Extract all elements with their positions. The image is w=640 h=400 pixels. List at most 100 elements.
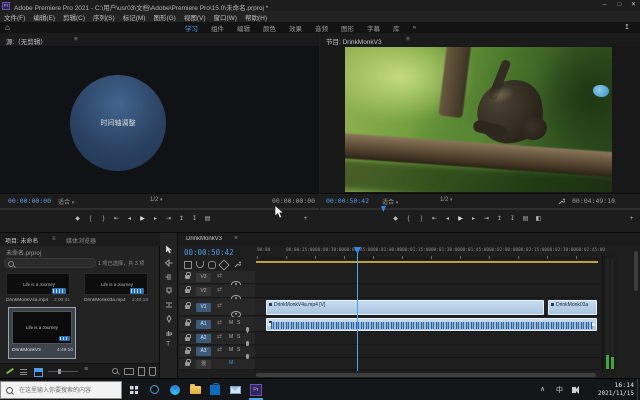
source-fit-dropdown[interactable]: 适合 ▾ <box>58 197 74 206</box>
insert-button[interactable]: ↥ <box>176 214 187 225</box>
mark-in-button[interactable]: { <box>85 214 96 225</box>
go-to-out-button[interactable]: ⇥ <box>163 214 174 225</box>
media-browser-tab[interactable]: 媒体浏览器 <box>66 236 96 245</box>
master-track-label[interactable]: 混 <box>196 360 211 369</box>
hand-tool[interactable] <box>165 329 173 337</box>
program-resolution-dropdown[interactable]: 1/2 ▾ <box>440 197 453 203</box>
add-marker-button[interactable]: ◆ <box>390 214 401 225</box>
menu-help[interactable]: 帮助(H) <box>245 12 267 22</box>
track-target-a1[interactable]: A1 <box>196 320 211 329</box>
menu-view[interactable]: 视图(V) <box>184 12 206 22</box>
type-tool[interactable]: T <box>166 341 170 348</box>
project-bin-breadcrumb[interactable]: 未命名.prproj <box>6 248 41 257</box>
minimize-button[interactable]: ─ <box>598 0 611 11</box>
snap-magnet-icon[interactable] <box>196 261 204 268</box>
source-resolution-dropdown[interactable]: 1/2 ▾ <box>150 197 163 203</box>
pen-tool[interactable] <box>165 315 173 323</box>
trash-icon[interactable] <box>149 367 156 376</box>
selection-tool[interactable] <box>165 245 173 254</box>
program-fit-dropdown[interactable]: 适合 ▾ <box>382 197 398 206</box>
track-target-v3[interactable]: V3 <box>196 273 211 282</box>
solo-button[interactable]: S <box>237 334 240 340</box>
zoom-slider-handle[interactable] <box>58 369 61 374</box>
workspace-tab-color[interactable]: 颜色 <box>263 23 276 33</box>
step-forward-button[interactable]: ▸ <box>468 214 479 225</box>
add-marker-icon[interactable] <box>218 259 229 270</box>
sync-lock-icon[interactable]: ⇄ <box>217 346 222 353</box>
cortana-icon[interactable] <box>150 385 159 394</box>
track-target-v1[interactable]: V1 <box>196 303 211 312</box>
track-lane-a3[interactable] <box>255 346 600 358</box>
solo-button[interactable]: S <box>237 320 240 326</box>
go-to-in-button[interactable]: ⇤ <box>111 214 122 225</box>
taskbar-search-input[interactable] <box>17 384 121 398</box>
slip-tool[interactable] <box>165 301 173 309</box>
mark-out-button[interactable]: } <box>98 214 109 225</box>
mail-icon[interactable] <box>230 386 241 394</box>
settings-wrench-icon[interactable] <box>558 198 565 205</box>
track-lock-icon[interactable] <box>185 289 190 293</box>
premiere-taskbar-icon[interactable]: Pr <box>250 384 262 396</box>
sort-icon[interactable]: ≡ <box>84 366 88 373</box>
voiceover-mic-icon[interactable] <box>246 327 249 332</box>
file-explorer-icon[interactable] <box>190 386 201 394</box>
menu-edit[interactable]: 编辑(E) <box>33 12 55 22</box>
zoom-slider[interactable] <box>48 371 78 372</box>
go-to-out-button[interactable]: ⇥ <box>481 214 492 225</box>
overwrite-button[interactable]: ↧ <box>189 214 200 225</box>
menu-clip[interactable]: 剪辑(C) <box>63 12 85 22</box>
icon-view-icon[interactable] <box>34 368 43 377</box>
project-search-input[interactable] <box>17 259 97 269</box>
track-lock-icon[interactable] <box>185 322 190 326</box>
panel-menu-icon[interactable]: ≡ <box>406 36 410 43</box>
find-icon[interactable] <box>112 368 118 374</box>
audio-meters[interactable] <box>602 255 617 373</box>
extract-button[interactable]: ↧ <box>507 214 518 225</box>
add-marker-button[interactable]: ◆ <box>72 214 83 225</box>
project-item[interactable]: Life is a Journey DrinkMonk03a.mp4 2:40:… <box>84 273 148 307</box>
track-target-v2[interactable]: V2 <box>196 287 211 296</box>
lift-button[interactable]: ↥ <box>494 214 505 225</box>
home-icon[interactable]: ⌂ <box>5 23 10 32</box>
track-lock-icon[interactable] <box>185 275 190 279</box>
timeline-current-timecode[interactable]: 00:00:50:42 <box>184 248 234 257</box>
microsoft-store-icon[interactable] <box>210 385 220 395</box>
clip-handle[interactable] <box>592 323 595 326</box>
track-target-a2[interactable]: A2 <box>196 334 211 343</box>
menu-graphics[interactable]: 图形(G) <box>153 12 175 22</box>
maximize-button[interactable]: □ <box>613 0 626 11</box>
track-lock-icon[interactable] <box>185 350 190 354</box>
comparison-view-button[interactable]: ◧ <box>533 214 544 225</box>
track-lane-v2[interactable] <box>255 285 600 298</box>
list-view-icon[interactable] <box>20 369 27 375</box>
close-button[interactable]: ✕ <box>627 0 640 11</box>
workspace-tab-effects[interactable]: 效果 <box>289 23 302 33</box>
workspace-tab-libraries[interactable]: 库 <box>393 23 400 33</box>
solo-button[interactable]: S <box>237 347 240 353</box>
nest-toggle-icon[interactable] <box>184 261 192 269</box>
mark-out-button[interactable]: } <box>416 214 427 225</box>
program-current-timecode[interactable]: 00:00:50:42 <box>326 197 369 205</box>
timeline-settings-wrench-icon[interactable] <box>234 261 241 268</box>
edge-browser-icon[interactable] <box>170 385 180 395</box>
program-monitor-tab[interactable]: 节目: DrinkMonkV3 <box>326 36 382 46</box>
step-forward-button[interactable]: ▸ <box>150 214 161 225</box>
play-button[interactable]: ▶ <box>137 214 148 225</box>
playhead-line[interactable] <box>357 253 358 371</box>
timeline-h-scrollbar[interactable] <box>256 373 596 377</box>
mute-button[interactable]: M <box>229 347 233 353</box>
sync-lock-icon[interactable]: ⇄ <box>217 302 222 309</box>
source-scrub-bar[interactable] <box>0 208 319 210</box>
speaker-icon[interactable] <box>572 387 576 393</box>
workspace-tab-assembly[interactable]: 组件 <box>211 23 224 33</box>
menu-window[interactable]: 窗口(W) <box>214 12 237 22</box>
panel-menu-icon[interactable]: ≡ <box>52 236 56 242</box>
track-lock-icon[interactable] <box>185 305 190 309</box>
menu-file[interactable]: 文件(F) <box>4 12 25 22</box>
project-tab[interactable]: 项目: 未命名 <box>5 236 38 245</box>
sync-lock-icon[interactable]: ⇄ <box>217 272 222 279</box>
workspace-tab-editing[interactable]: 编辑 <box>237 23 250 33</box>
menu-sequence[interactable]: 序列(S) <box>93 12 115 22</box>
audio-clip[interactable] <box>266 318 597 331</box>
sync-lock-icon[interactable]: ⇄ <box>217 333 222 340</box>
